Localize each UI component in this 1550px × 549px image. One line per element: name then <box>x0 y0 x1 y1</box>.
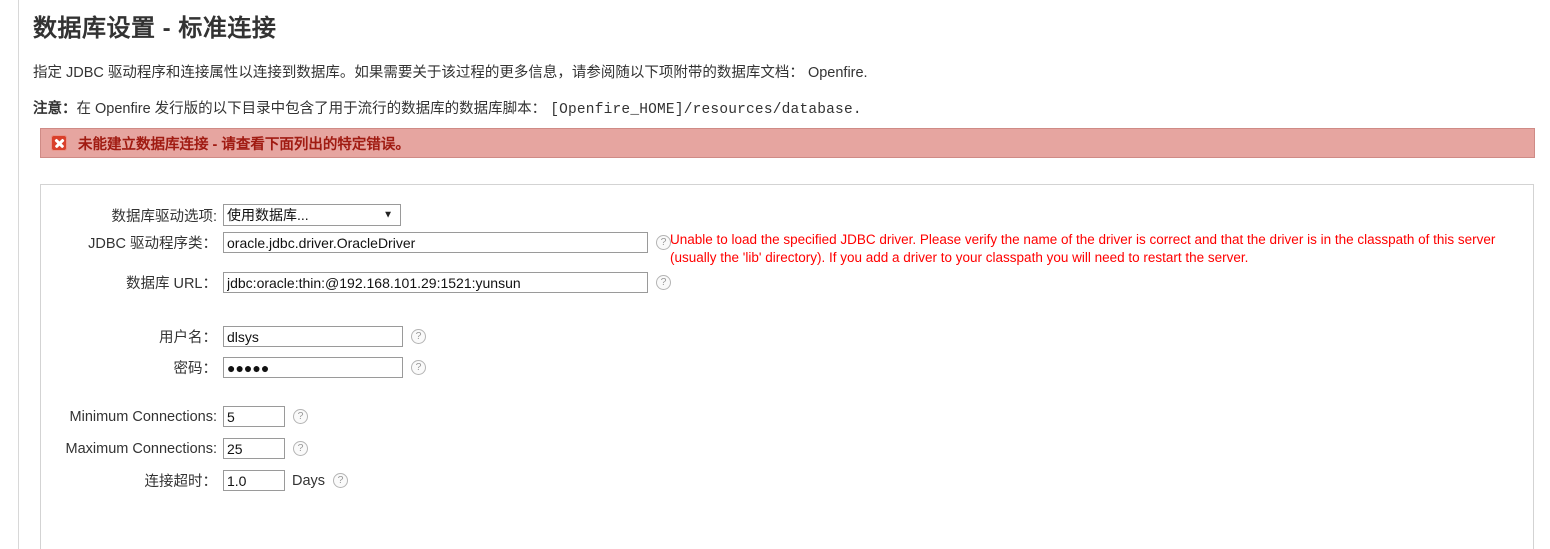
row-min-connections: Minimum Connections: ? <box>41 406 308 427</box>
max-connections-input[interactable] <box>223 438 285 459</box>
error-x-icon <box>51 135 67 151</box>
row-database-url: 数据库 URL： ? <box>41 272 671 293</box>
max-connections-label: Maximum Connections: <box>65 440 218 457</box>
driver-option-select-wrap[interactable]: 使用数据库... ▼ <box>223 204 401 226</box>
row-username: 用户名： ? <box>41 326 426 347</box>
error-banner-text: 未能建立数据库连接 - 请查看下面列出的特定错误。 <box>78 136 410 153</box>
driver-option-label: 数据库驱动选项: <box>111 208 217 225</box>
driver-class-input[interactable] <box>223 232 648 253</box>
connection-timeout-label: 连接超时： <box>144 474 218 490</box>
password-input[interactable] <box>223 357 403 378</box>
username-label: 用户名： <box>159 330 217 346</box>
page-note-line: 注意：在 Openfire 发行版的以下目录中包含了用于流行的数据库的数据库脚本… <box>33 99 1535 120</box>
database-settings-page: 数据库设置 - 标准连接 指定 JDBC 驱动程序和连接属性以连接到数据库。如果… <box>0 0 1550 549</box>
row-connection-timeout: 连接超时： Days ? <box>41 470 349 491</box>
password-help-icon[interactable]: ? <box>411 360 426 375</box>
note-label: 注意： <box>33 101 77 118</box>
note-path: [Openfire_HOME]/resources/database. <box>550 102 862 119</box>
driver-class-help-icon[interactable]: ? <box>656 235 671 250</box>
min-connections-help-icon[interactable]: ? <box>293 409 308 424</box>
row-driver-option: 数据库驱动选项: 使用数据库... ▼ <box>41 204 401 226</box>
min-connections-input[interactable] <box>223 406 285 427</box>
min-connections-label: Minimum Connections: <box>69 408 217 425</box>
username-help-icon[interactable]: ? <box>411 329 426 344</box>
page-intro-text: 指定 JDBC 驱动程序和连接属性以连接到数据库。如果需要关于该过程的更多信息，… <box>33 65 868 81</box>
connection-timeout-unit: Days <box>292 472 326 489</box>
password-label: 密码： <box>173 361 218 377</box>
page-content: 数据库设置 - 标准连接 指定 JDBC 驱动程序和连接属性以连接到数据库。如果… <box>33 0 1535 121</box>
row-max-connections: Maximum Connections: ? <box>41 438 308 459</box>
driver-load-error-message: Unable to load the specified JDBC driver… <box>670 232 1496 266</box>
row-driver-class: JDBC 驱动程序类： ? <box>41 232 671 253</box>
driver-option-select[interactable]: 使用数据库... <box>223 204 401 226</box>
note-text: 在 Openfire 发行版的以下目录中包含了用于流行的数据库的数据库脚本： <box>76 101 547 118</box>
row-password: 密码： ? <box>41 357 426 378</box>
driver-class-label: JDBC 驱动程序类： <box>88 236 217 252</box>
username-input[interactable] <box>223 326 403 347</box>
database-url-input[interactable] <box>223 272 648 293</box>
max-connections-help-icon[interactable]: ? <box>293 441 308 456</box>
page-title: 数据库设置 - 标准连接 <box>33 15 277 42</box>
connection-timeout-input[interactable] <box>223 470 285 491</box>
connection-error-banner: 未能建立数据库连接 - 请查看下面列出的特定错误。 <box>40 128 1535 158</box>
database-url-label: 数据库 URL： <box>125 276 217 292</box>
page-container-rule <box>18 0 19 549</box>
database-url-help-icon[interactable]: ? <box>656 275 671 290</box>
connection-timeout-help-icon[interactable]: ? <box>333 473 349 488</box>
